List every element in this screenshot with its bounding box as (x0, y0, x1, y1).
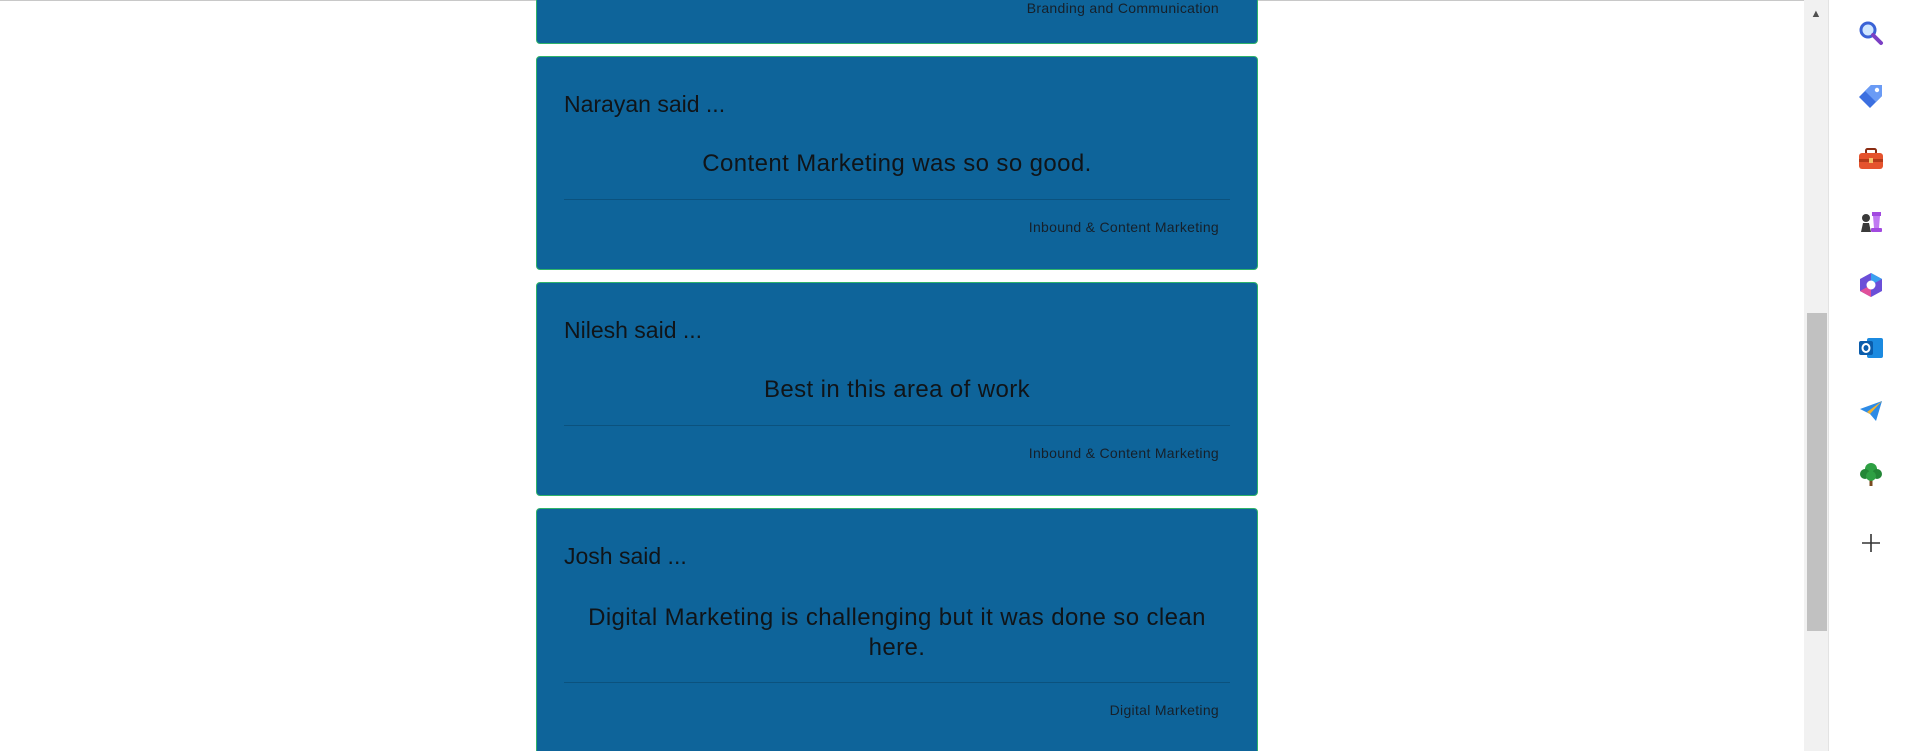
card-divider (564, 682, 1230, 683)
scroll-thumb[interactable] (1807, 313, 1827, 631)
card-divider (564, 199, 1230, 200)
card-category: Inbound & Content Marketing (1028, 219, 1219, 235)
card-divider (564, 425, 1230, 426)
card-quote: Best in this area of work (763, 376, 1031, 403)
card-author: Narayan said ... (564, 91, 726, 117)
outlook-icon[interactable] (1849, 326, 1893, 370)
games-chess-icon[interactable] (1849, 200, 1893, 244)
browser-sidebar (1828, 0, 1913, 751)
testimonial-card: Josh said ... Digital Marketing is chall… (536, 508, 1258, 751)
shopping-tag-icon[interactable] (1849, 74, 1893, 118)
card-category: Branding and Communication (1026, 0, 1219, 16)
card-quote: Digital Marketing is challenging but it … (588, 604, 1206, 661)
add-icon[interactable] (1849, 521, 1893, 565)
card-category: Digital Marketing (1109, 702, 1219, 718)
content-viewport: Branding and Communication Narayan said … (0, 0, 1804, 751)
search-icon[interactable] (1849, 11, 1893, 55)
scroll-up-arrow-icon[interactable]: ▲ (1804, 0, 1828, 28)
card-author: Josh said ... (564, 543, 687, 569)
tree-icon[interactable] (1849, 452, 1893, 496)
card-author: Nilesh said ... (564, 317, 703, 343)
testimonial-card: Narayan said ... Content Marketing was s… (536, 56, 1258, 270)
browser-page: Branding and Communication Narayan said … (0, 0, 1913, 751)
card-category: Inbound & Content Marketing (1028, 445, 1219, 461)
testimonial-card: Nilesh said ... Best in this area of wor… (536, 282, 1258, 496)
tools-briefcase-icon[interactable] (1849, 137, 1893, 181)
telegram-send-icon[interactable] (1849, 389, 1893, 433)
page-scrollbar[interactable]: ▲ (1804, 0, 1828, 751)
microsoft-365-icon[interactable] (1849, 263, 1893, 307)
testimonial-card: Branding and Communication (536, 0, 1258, 44)
card-quote: Content Marketing was so so good. (702, 150, 1092, 177)
